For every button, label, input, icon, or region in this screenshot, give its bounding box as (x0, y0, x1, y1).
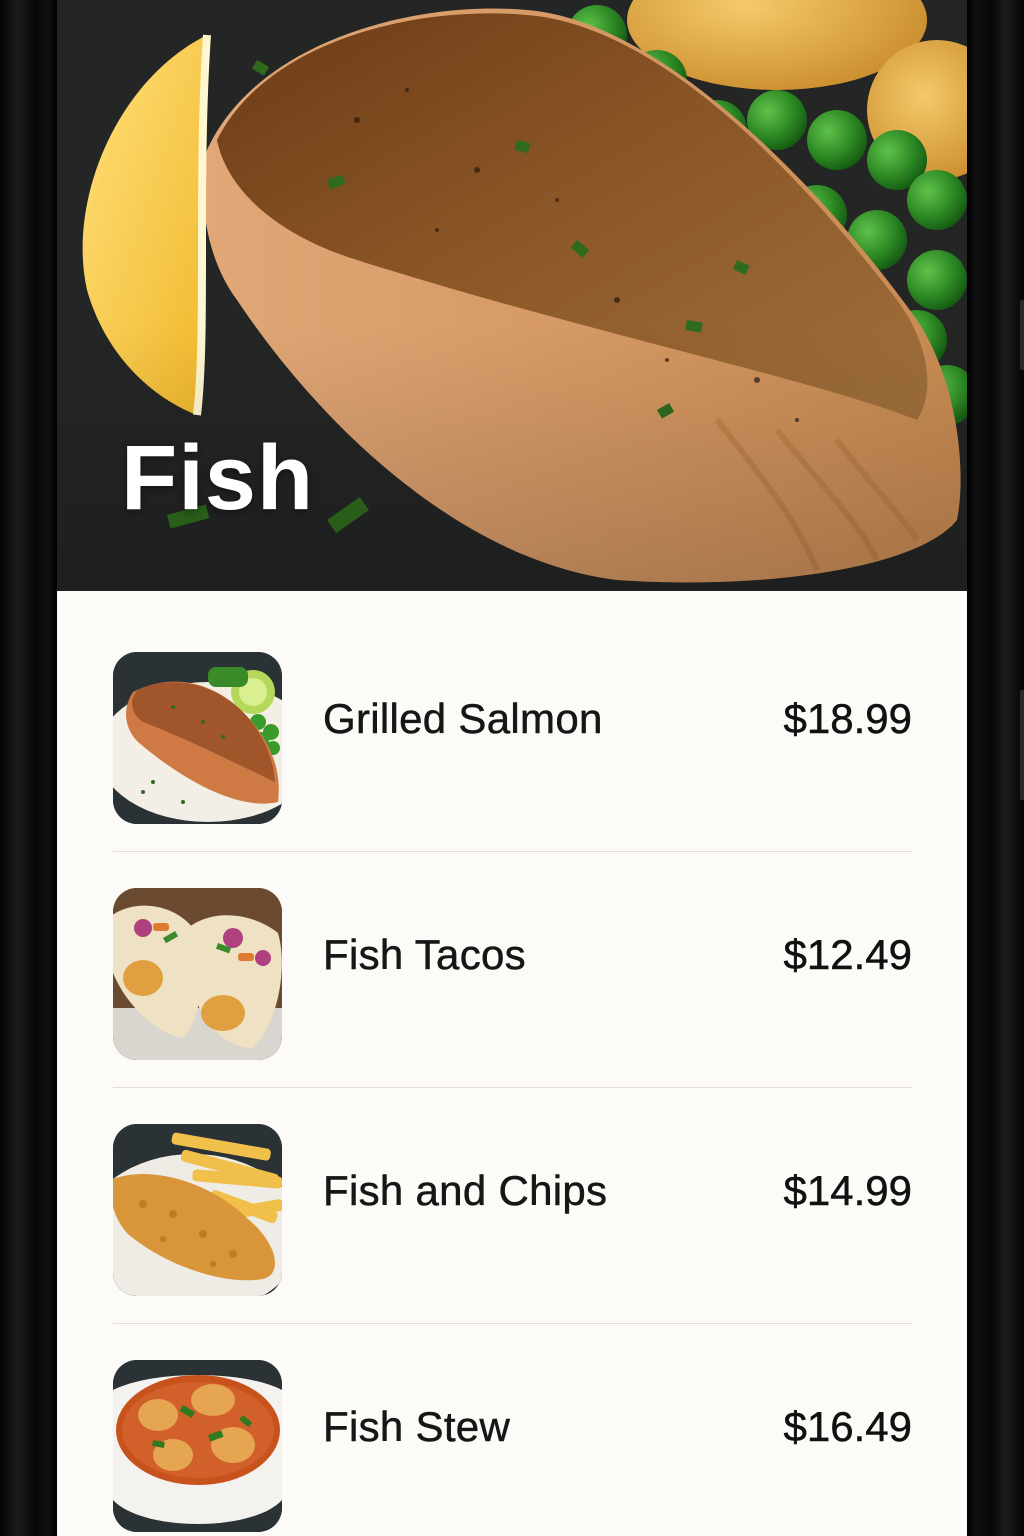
menu-item-fish-tacos[interactable]: Fish Tacos $12.49 (113, 852, 912, 1088)
menu-item-price: $18.99 (783, 695, 912, 743)
app-screen: Fish Grilled Salmon $18.99 Fish Tacos $1… (57, 0, 967, 1536)
menu-list: Grilled Salmon $18.99 Fish Tacos $12.49 … (113, 616, 912, 1536)
phone-frame: Fish Grilled Salmon $18.99 Fish Tacos $1… (0, 0, 1024, 1536)
grilled-salmon-image (113, 652, 282, 824)
hero-banner: Fish (57, 0, 967, 591)
menu-item-price: $14.99 (783, 1167, 912, 1215)
category-title: Fish (121, 427, 315, 529)
menu-item-name: Fish and Chips (323, 1167, 608, 1215)
menu-item-price: $12.49 (783, 931, 912, 979)
menu-item-fish-stew[interactable]: Fish Stew $16.49 (113, 1324, 912, 1536)
menu-item-name: Fish Stew (323, 1403, 511, 1451)
menu-item-fish-and-chips[interactable]: Fish and Chips $14.99 (113, 1088, 912, 1324)
fish-tacos-image (113, 888, 282, 1060)
menu-item-name: Grilled Salmon (323, 695, 603, 743)
menu-item-grilled-salmon[interactable]: Grilled Salmon $18.99 (113, 616, 912, 852)
fish-stew-image (113, 1360, 282, 1532)
menu-item-name: Fish Tacos (323, 931, 526, 979)
menu-item-price: $16.49 (783, 1403, 912, 1451)
volume-down-button (1020, 690, 1024, 800)
fish-and-chips-image (113, 1124, 282, 1296)
volume-up-button (1020, 300, 1024, 370)
